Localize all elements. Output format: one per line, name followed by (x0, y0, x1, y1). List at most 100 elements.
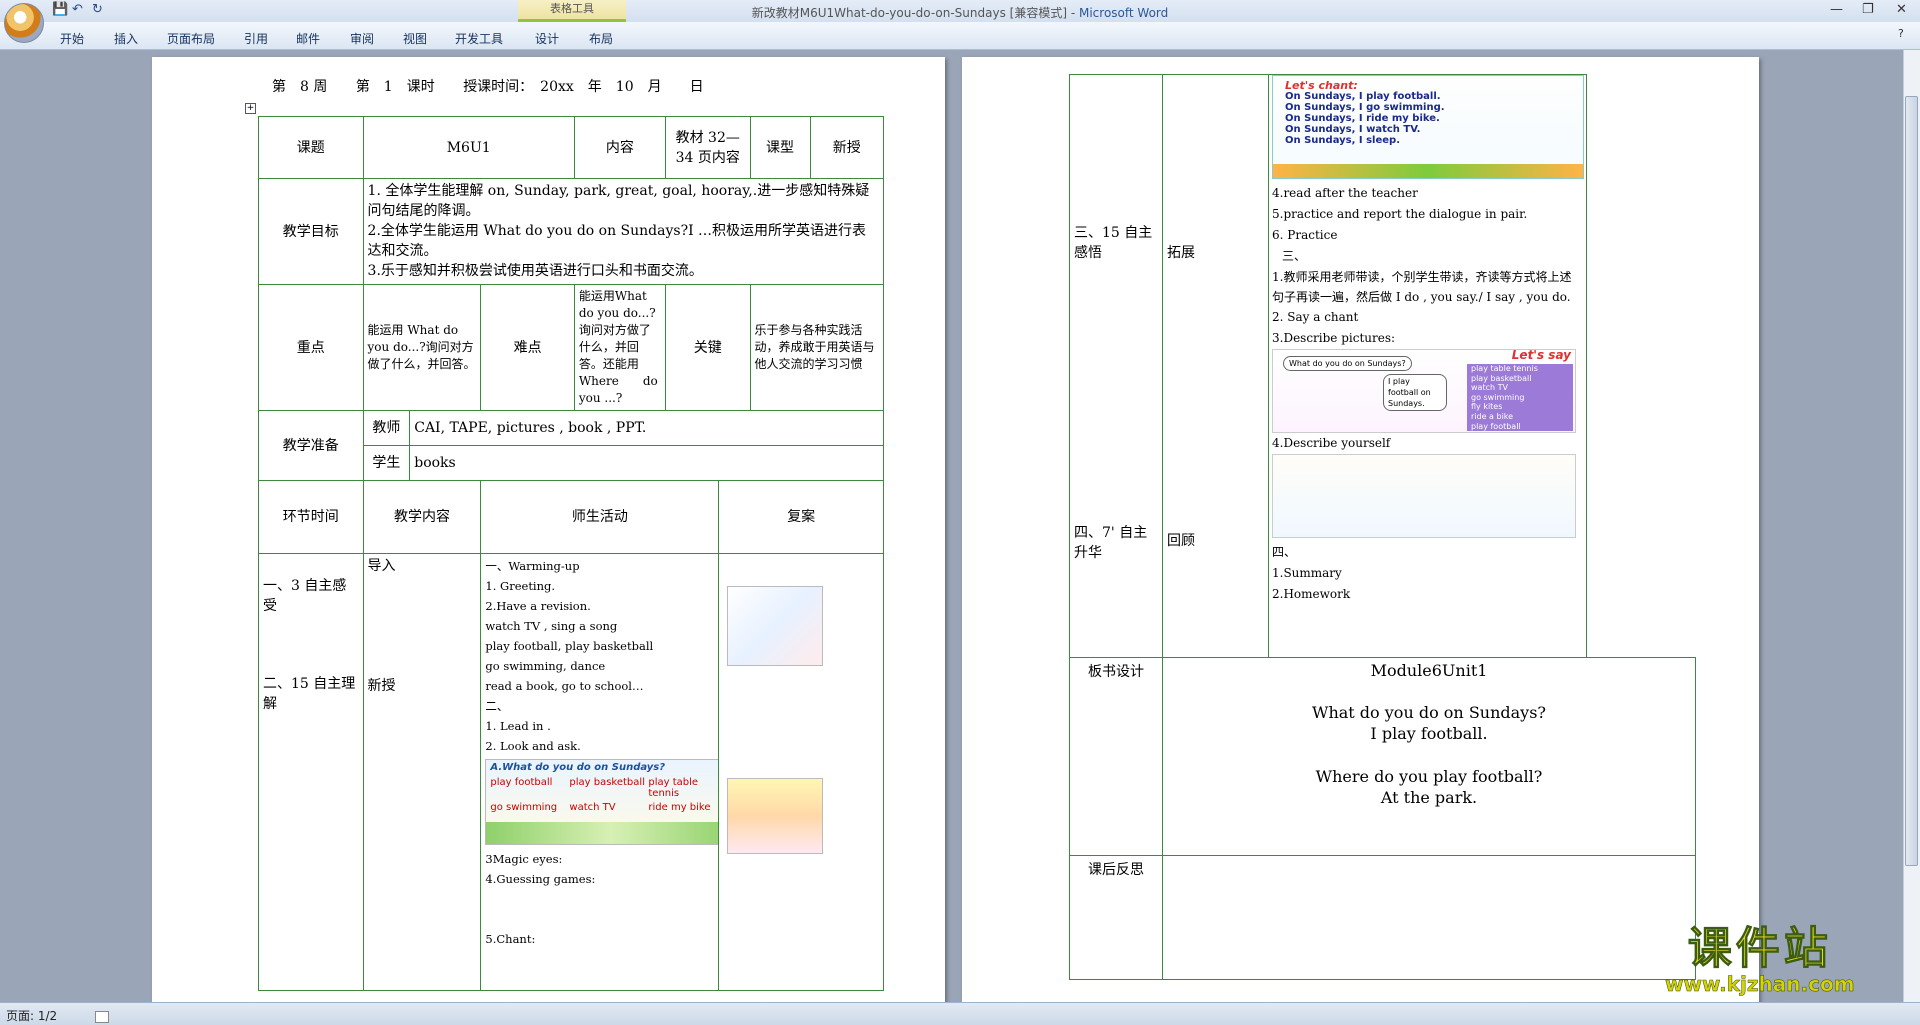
cell-activities[interactable]: 一、Warming-up 1. Greeting. 2.Have a revis… (480, 553, 720, 991)
sundays-activities-image[interactable]: A.What do you do on Sundays? play footba… (485, 759, 718, 845)
cell-type-value[interactable]: 新授 (809, 116, 885, 179)
cell-topic-label[interactable]: 课题 (258, 116, 364, 179)
close-icon[interactable]: ✕ (1896, 2, 1907, 17)
stage-4: 四、7' 自主升华 (1074, 525, 1148, 561)
ribbon-tabs: 开始 插入 页面布局 引用 邮件 审阅 视图 开发工具 设计 布局 ? (0, 22, 1920, 50)
table-move-handle[interactable]: + (245, 103, 256, 114)
activity-line: 4.read after the teacher (1272, 186, 1418, 200)
tab-references[interactable]: 引用 (244, 30, 268, 47)
cell-stages[interactable]: 一、3 自主感受 二、15 自主理解 (258, 553, 364, 991)
help-icon[interactable]: ? (1898, 27, 1904, 40)
page-counter[interactable]: 页面: 1/2 (6, 1009, 57, 1023)
cell-key-label[interactable]: 重点 (258, 284, 364, 411)
goal-2: 2.全体学生能运用 What do you do on Sundays?I …积… (367, 223, 867, 259)
cell-content-value[interactable]: 教材 32—34 页内容 (665, 116, 751, 179)
col-head-revision[interactable]: 复案 (718, 480, 884, 554)
chant-line: On Sundays, I sleep. (1285, 135, 1400, 146)
goal-3: 3.乐于感知并积极尝试使用英语进行口头和书面交流。 (367, 263, 703, 279)
tab-view[interactable]: 视图 (403, 30, 427, 47)
chant-line: On Sundays, I go swimming. (1285, 102, 1445, 113)
watermark-url: www.kjzhan.com (1665, 972, 1855, 996)
describe-yourself-image[interactable] (1272, 454, 1576, 538)
lets-say-image[interactable]: What do you do on Sundays? I play footba… (1272, 349, 1576, 433)
activity-line: play football, play basketball (485, 639, 654, 653)
title-bar: 💾 ↶ ↻ 表格工具 新改教材M6U1What-do-you-do-on-Sun… (0, 0, 1920, 22)
activity-line: 5.Chant: (485, 932, 536, 946)
cell-prep-label[interactable]: 教学准备 (258, 410, 364, 481)
cell-content-2[interactable]: 拓展 回顾 (1162, 74, 1269, 658)
cell-difficulty-label[interactable]: 难点 (480, 284, 575, 411)
tab-review[interactable]: 审阅 (350, 30, 374, 47)
phrase-item: play basketball (1471, 373, 1532, 383)
lesson-plan-table-1: 课题 M6U1 内容 教材 32—34 页内容 课型 新授 教学目标 1. 全体… (258, 116, 885, 991)
col-head-stage[interactable]: 环节时间 (258, 480, 364, 554)
activity-line: 四、 (1272, 545, 1297, 559)
col-head-activity[interactable]: 师生活动 (480, 480, 720, 554)
tab-page-layout[interactable]: 页面布局 (167, 30, 215, 47)
clipart-chant-image (727, 778, 824, 854)
cell-student-value[interactable]: books (409, 445, 884, 481)
tab-insert[interactable]: 插入 (114, 30, 138, 47)
restore-icon[interactable]: ❐ (1862, 2, 1874, 17)
tab-developer[interactable]: 开发工具 (455, 30, 503, 47)
activity-line: 5.practice and report the dialogue in pa… (1272, 207, 1528, 221)
image-label: go swimming (490, 802, 558, 813)
stage-2: 二、15 自主理解 (263, 676, 356, 712)
tab-mailings[interactable]: 邮件 (296, 30, 320, 47)
board-line: Where do you play football? (1315, 767, 1543, 786)
cell-activities-2[interactable]: Let's chant: On Sundays, I play football… (1268, 74, 1587, 658)
speech-bubble-reply: I play football on Sundays. (1383, 374, 1447, 411)
phrase-item: play table tennis (1471, 364, 1538, 373)
chant-image[interactable]: Let's chant: On Sundays, I play football… (1272, 75, 1584, 179)
phrase-item: play football (1471, 421, 1521, 431)
cell-student-label[interactable]: 学生 (362, 445, 411, 481)
chant-line: On Sundays, I play football. (1285, 91, 1441, 102)
col-head-content[interactable]: 教学内容 (362, 480, 482, 554)
tab-design[interactable]: 设计 (535, 30, 559, 47)
cell-reflection-label[interactable]: 课后反思 (1069, 855, 1163, 980)
activity-line: 4.Describe yourself (1272, 436, 1391, 450)
cell-reflection[interactable] (1162, 855, 1696, 980)
cell-stages-2[interactable]: 三、15 自主感悟 四、7' 自主升华 (1069, 74, 1163, 658)
tab-home[interactable]: 开始 (60, 30, 84, 47)
cell-type-label[interactable]: 课型 (749, 116, 811, 179)
cell-difficulty-value[interactable]: 能运用What do you do...?询问对方做了什么，并回答。还能用 Wh… (573, 284, 667, 411)
activity-line: 6. Practice (1272, 228, 1338, 242)
cell-teacher-label[interactable]: 教师 (362, 410, 411, 446)
cell-teacher-value[interactable]: CAI, TAPE, pictures , book , PPT. (409, 410, 884, 446)
image-label: watch TV (569, 802, 616, 813)
phrase-item: watch TV (1471, 383, 1508, 393)
office-button[interactable] (4, 3, 44, 43)
cell-content-list[interactable]: 导入 新授 (362, 553, 482, 991)
activity-line: 2. Look and ask. (485, 739, 581, 753)
content-review: 回顾 (1167, 533, 1195, 549)
cell-content-label[interactable]: 内容 (573, 116, 667, 179)
cell-topic-value[interactable]: M6U1 (362, 116, 575, 179)
activity-line: 一、Warming-up (485, 559, 580, 573)
activity-line: 三、 (1282, 249, 1307, 263)
cell-crux-value[interactable]: 乐于参与各种实践活动，养成敢于用英语与他人交流的学习习惯 (749, 284, 884, 411)
cell-crux-label[interactable]: 关键 (665, 284, 751, 411)
board-line: What do you do on Sundays? (1312, 703, 1546, 722)
minimize-icon[interactable]: — (1830, 2, 1843, 17)
image-caption: A.What do you do on Sundays? (490, 762, 666, 773)
phrase-list: play table tennis play basketball watch … (1467, 364, 1573, 432)
proofing-icon[interactable] (95, 1010, 109, 1023)
activity-line: 2. Say a chant (1272, 310, 1359, 324)
activity-line: 1. Greeting. (485, 579, 556, 593)
site-watermark: 课件站 www.kjzhan.com (1665, 924, 1855, 996)
content-extend: 拓展 (1167, 245, 1195, 261)
activity-line: 1. Lead in . (485, 719, 551, 733)
cell-board-design[interactable]: Module6Unit1 What do you do on Sundays? … (1162, 657, 1696, 856)
image-label: play basketball (569, 777, 645, 788)
cell-board-label[interactable]: 板书设计 (1069, 657, 1163, 856)
lesson-header: 第 8 周 第 1 课时 授课时间： 20xx 年 10 月 日 (272, 76, 728, 96)
scrollbar-thumb[interactable] (1905, 96, 1918, 866)
cell-key-value[interactable]: 能运用 What do you do...?询问对方 做了什么，并回答。 (362, 284, 482, 411)
image-label: play table tennis (648, 777, 699, 799)
cell-goals-label[interactable]: 教学目标 (258, 178, 364, 285)
cell-revision[interactable] (718, 553, 884, 991)
tab-layout[interactable]: 布局 (589, 30, 613, 47)
activity-line: 二、 (485, 699, 509, 713)
cell-goals[interactable]: 1. 全体学生能理解 on, Sunday, park, great, goal… (362, 178, 885, 285)
